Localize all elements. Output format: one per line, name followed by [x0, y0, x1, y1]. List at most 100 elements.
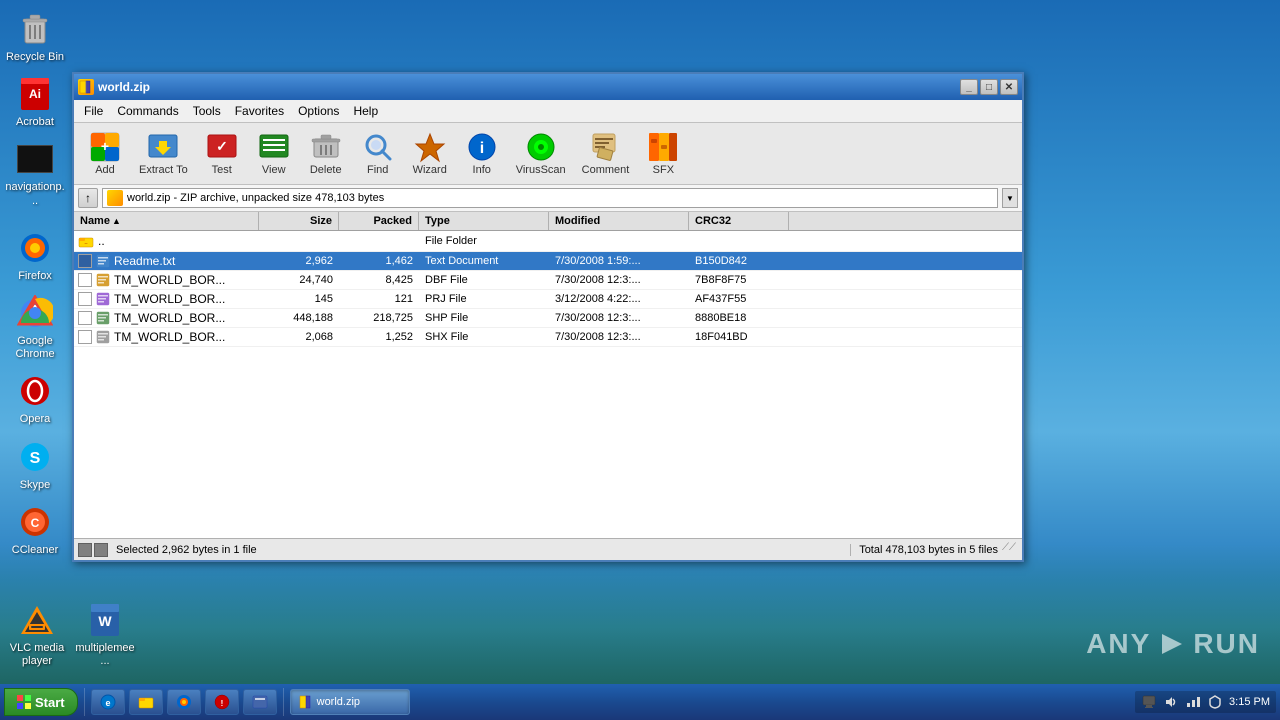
toolbar-add[interactable]: + Add: [80, 127, 130, 180]
close-button[interactable]: ✕: [1000, 79, 1018, 95]
window-controls: _ □ ✕: [960, 79, 1018, 95]
desktop-icon-acrobat[interactable]: Ai Acrobat: [3, 70, 67, 133]
desktop-icon-recycle-bin[interactable]: Recycle Bin: [3, 5, 67, 68]
extract-icon: [147, 131, 179, 163]
file-row-file3[interactable]: TM_WORLD_BOR... 145 121 PRJ File 3/12/20…: [74, 290, 1022, 309]
file-checkbox-file5[interactable]: [78, 330, 92, 344]
acrobat-icon: Ai: [15, 74, 55, 114]
restore-button[interactable]: □: [980, 79, 998, 95]
status-icons: [78, 543, 108, 557]
skype-label: Skype: [20, 479, 51, 492]
taskbar-explorer[interactable]: [129, 689, 163, 715]
taskbar-winrar-button[interactable]: world.zip: [290, 689, 410, 715]
status-total: Total 478,103 bytes in 5 files: [850, 544, 998, 556]
system-clock[interactable]: 3:15 PM: [1229, 696, 1270, 708]
desktop-icon-skype[interactable]: S Skype: [3, 433, 67, 496]
menu-help[interactable]: Help: [347, 102, 384, 120]
file-row-parent[interactable]: .. .. File Folder: [74, 231, 1022, 252]
bottom-desktop-icons: VLC media player W multiplemee...: [5, 596, 137, 674]
col-header-type[interactable]: Type: [419, 212, 549, 230]
file-type-icon-file2: [96, 273, 110, 287]
menu-commands[interactable]: Commands: [111, 102, 184, 120]
title-bar-left: world.zip: [78, 79, 150, 95]
file-checkbox-file3[interactable]: [78, 292, 92, 306]
delete-icon: [310, 131, 342, 163]
anyrun-run: RUN: [1193, 628, 1260, 660]
address-display[interactable]: world.zip - ZIP archive, unpacked size 4…: [102, 188, 998, 208]
file-row-file2[interactable]: TM_WORLD_BOR... 24,740 8,425 DBF File 7/…: [74, 271, 1022, 290]
tray-speaker-icon[interactable]: [1163, 694, 1179, 710]
navigate-up-button[interactable]: ↑: [78, 188, 98, 208]
virusscan-icon: [525, 131, 557, 163]
firefox-icon: [15, 228, 55, 268]
anyrun-text: ANY: [1086, 628, 1151, 660]
file-name-cell-file5: TM_WORLD_BOR...: [74, 328, 259, 346]
menu-options[interactable]: Options: [292, 102, 345, 120]
minimize-button[interactable]: _: [960, 79, 978, 95]
view-icon: [258, 131, 290, 163]
file-checkbox-file2[interactable]: [78, 273, 92, 287]
col-header-packed[interactable]: Packed: [339, 212, 419, 230]
address-bar: ↑ world.zip - ZIP archive, unpacked size…: [74, 185, 1022, 212]
info-icon: i: [466, 131, 498, 163]
wizard-icon: [414, 131, 446, 163]
vlc-label: VLC media player: [7, 642, 67, 668]
file-checkbox-readme[interactable]: [78, 254, 92, 268]
menu-file[interactable]: File: [78, 102, 109, 120]
taskbar-firefox[interactable]: [167, 689, 201, 715]
add-label: Add: [95, 164, 115, 176]
desktop-icon-word[interactable]: W multiplemee...: [73, 596, 137, 672]
toolbar-delete[interactable]: Delete: [301, 127, 351, 180]
start-button[interactable]: Start: [4, 688, 78, 716]
winrar-app-icon: [78, 79, 94, 95]
address-dropdown-button[interactable]: ▼: [1002, 188, 1018, 208]
status-icon-1: [78, 543, 92, 557]
toolbar-virusscan[interactable]: VirusScan: [509, 127, 573, 180]
file-checkbox-file4[interactable]: [78, 311, 92, 325]
file-row-file4[interactable]: TM_WORLD_BOR... 448,188 218,725 SHP File…: [74, 309, 1022, 328]
recycle-bin-label: Recycle Bin: [6, 51, 64, 64]
col-header-modified[interactable]: Modified: [549, 212, 689, 230]
col-header-crc[interactable]: CRC32: [689, 212, 789, 230]
resize-handle[interactable]: ⟋⟋: [1002, 542, 1018, 558]
column-headers: Name ▲ Size Packed Type Modified CRC32: [74, 212, 1022, 231]
address-text: world.zip - ZIP archive, unpacked size 4…: [127, 192, 384, 204]
tray-network-icon[interactable]: [1185, 694, 1201, 710]
find-label: Find: [367, 164, 388, 176]
menu-tools[interactable]: Tools: [187, 102, 227, 120]
toolbar-comment[interactable]: Comment: [575, 127, 637, 180]
status-icon-2: [94, 543, 108, 557]
taskbar-ie[interactable]: e: [91, 689, 125, 715]
find-icon: [362, 131, 394, 163]
file-list[interactable]: .. .. File Folder Readme.txt 2,962: [74, 231, 1022, 538]
toolbar: + Add Extract To ✓: [74, 123, 1022, 185]
toolbar-find[interactable]: Find: [353, 127, 403, 180]
opera-icon: [15, 371, 55, 411]
taskbar-antivirus[interactable]: !: [205, 689, 239, 715]
menu-favorites[interactable]: Favorites: [229, 102, 290, 120]
menu-bar: File Commands Tools Favorites Options He…: [74, 100, 1022, 123]
file-row-readme[interactable]: Readme.txt 2,962 1,462 Text Document 7/3…: [74, 252, 1022, 271]
anyrun-play-icon: [1157, 629, 1187, 659]
desktop-icon-vlc[interactable]: VLC media player: [5, 596, 69, 672]
col-header-size[interactable]: Size: [259, 212, 339, 230]
desktop-icon-chrome[interactable]: Google Chrome: [3, 289, 67, 365]
toolbar-test[interactable]: ✓ Test: [197, 127, 247, 180]
desktop-icon-firefox[interactable]: Firefox: [3, 224, 67, 287]
toolbar-view[interactable]: View: [249, 127, 299, 180]
taskbar-other[interactable]: [243, 689, 277, 715]
toolbar-sfx[interactable]: SFX: [638, 127, 688, 180]
tray-security-icon[interactable]: [1207, 694, 1223, 710]
toolbar-extract[interactable]: Extract To: [132, 127, 195, 180]
file-row-file5[interactable]: TM_WORLD_BOR... 2,068 1,252 SHX File 7/3…: [74, 328, 1022, 347]
folder-up-icon: ..: [78, 233, 94, 249]
toolbar-wizard[interactable]: Wizard: [405, 127, 455, 180]
col-header-name[interactable]: Name ▲: [74, 212, 259, 230]
desktop-icon-navigation[interactable]: navigationp...: [3, 135, 67, 211]
tray-monitor-icon[interactable]: [1141, 694, 1157, 710]
chrome-label: Google Chrome: [5, 335, 65, 361]
wizard-label: Wizard: [413, 164, 447, 176]
desktop-icon-ccleaner[interactable]: C CCleaner: [3, 498, 67, 561]
toolbar-info[interactable]: i Info: [457, 127, 507, 180]
desktop-icon-opera[interactable]: Opera: [3, 367, 67, 430]
